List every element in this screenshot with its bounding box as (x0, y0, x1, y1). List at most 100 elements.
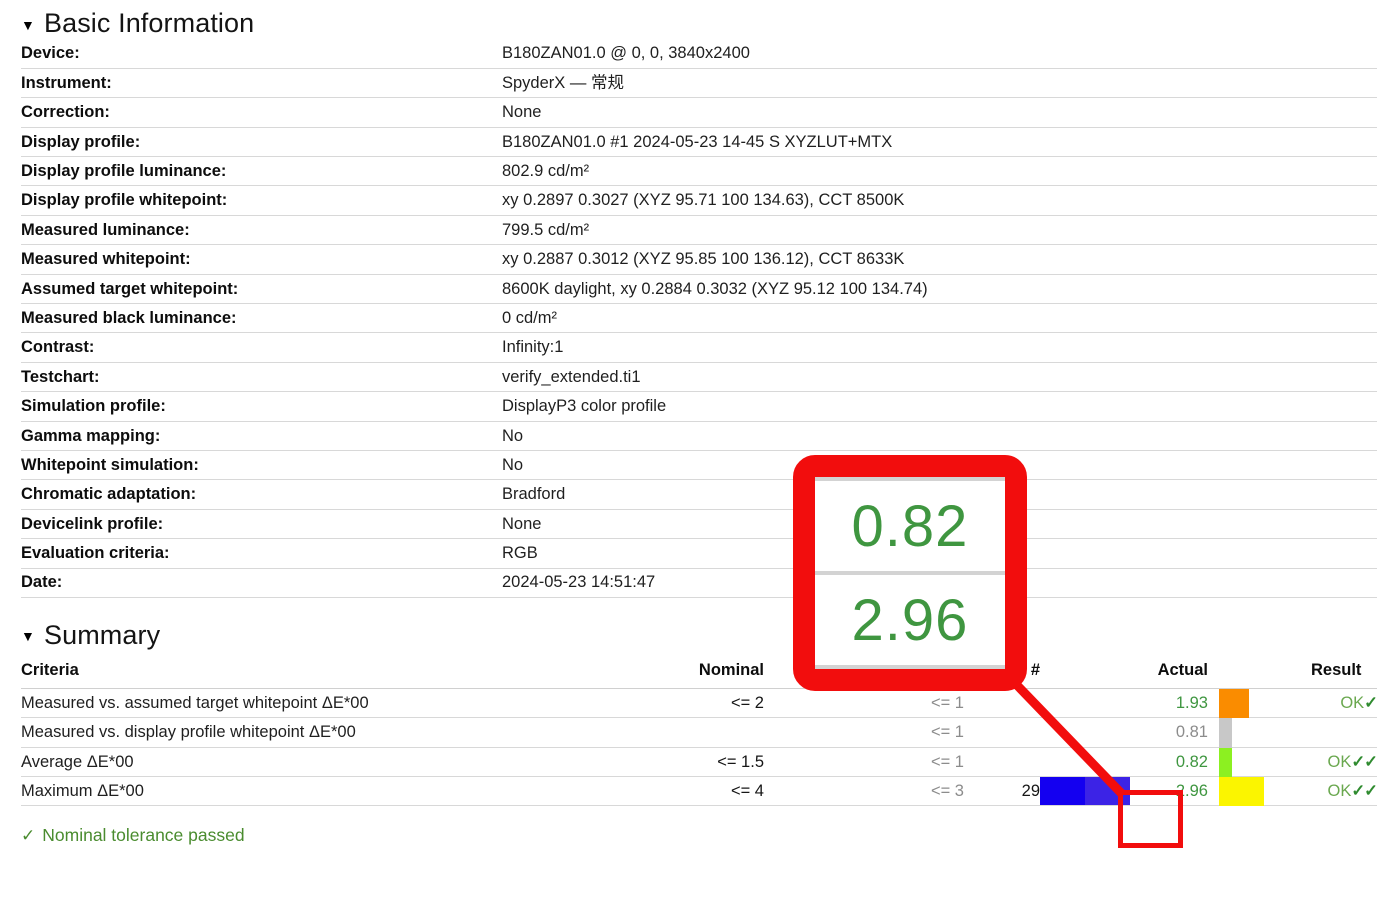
info-label: Date: (21, 568, 502, 598)
info-value: 8600K daylight, xy 0.2884 0.3032 (XYZ 95… (502, 274, 1377, 305)
nominal-value: <= 2 (631, 688, 764, 719)
info-label: Chromatic adaptation: (21, 479, 502, 510)
swatch-cell (1208, 747, 1298, 778)
summary-table: Criteria Nominal Recommended # Actual Re… (21, 660, 1378, 807)
color-swatch (1219, 688, 1249, 719)
criteria-label: Measured vs. display profile whitepoint … (21, 717, 631, 748)
triangle-down-icon[interactable]: ▼ (21, 629, 35, 643)
result-label: OK (1327, 782, 1352, 801)
table-row: Measured whitepoint: xy 0.2887 0.3012 (XY… (21, 244, 1377, 275)
info-value: Infinity:1 (502, 332, 1377, 363)
status-message: ✓ Nominal tolerance passed (21, 825, 1398, 846)
info-label: Display profile whitepoint: (21, 185, 502, 216)
magnified-value-average: 0.82 (851, 493, 969, 559)
nominal-value (631, 717, 764, 748)
magnified-value-maximum: 2.96 (851, 587, 969, 653)
summary-title: Summary (43, 619, 161, 650)
nominal-value: <= 4 (631, 776, 764, 807)
info-label: Whitepoint simulation: (21, 450, 502, 481)
summary-table-head: Criteria Nominal Recommended # Actual Re… (21, 660, 1377, 689)
table-row: Contrast: Infinity:1 (21, 332, 1377, 363)
bar-segment (1040, 777, 1085, 806)
info-label: Display profile: (21, 127, 502, 158)
result-cell: OK✓ (1298, 688, 1378, 719)
table-row: Devicelink profile: None (21, 509, 1377, 540)
basic-information-table: Device: B180ZAN01.0 @ 0, 0, 3840x2400 Ins… (21, 39, 1377, 598)
info-label: Measured black luminance: (21, 303, 502, 334)
info-label: Assumed target whitepoint: (21, 274, 502, 305)
swatch-cell (1208, 717, 1298, 748)
basic-information-header[interactable]: ▼ Basic Information (0, 8, 1398, 39)
column-header-bar-spacer (1040, 660, 1138, 689)
result-cell (1298, 717, 1377, 748)
info-label: Measured whitepoint: (21, 244, 502, 275)
callout-content: 0.82 2.96 (815, 477, 1005, 669)
actual-value: 0.82 (1138, 747, 1208, 778)
column-header-result: Result (1298, 660, 1377, 689)
info-label: Contrast: (21, 332, 502, 363)
table-row: Simulation profile: DisplayP3 color profi… (21, 391, 1377, 422)
info-value: 802.9 cd/m² (502, 156, 1377, 187)
color-swatch (1219, 718, 1232, 748)
column-header-nominal: Nominal (631, 660, 764, 689)
swatch-cell (1208, 776, 1298, 807)
table-row: Date: 2024-05-23 14:51:47 (21, 568, 1377, 598)
actual-values-highlight (1118, 790, 1183, 848)
info-value: xy 0.2887 0.3012 (XYZ 95.85 100 136.12),… (502, 244, 1377, 275)
info-label: Device: (21, 39, 502, 69)
check-mark-icon: ✓ (21, 825, 36, 845)
result-label: OK (1327, 752, 1352, 771)
table-row: Assumed target whitepoint: 8600K daylight… (21, 274, 1377, 305)
table-row: Testchart: verify_extended.ti1 (21, 362, 1377, 393)
bar-cell (1040, 747, 1138, 778)
magnified-callout: 0.82 2.96 (793, 455, 1027, 691)
bar-group (1040, 748, 1138, 776)
table-row: Display profile: B180ZAN01.0 #1 2024-05-2… (21, 127, 1377, 158)
table-row: Chromatic adaptation: Bradford (21, 479, 1377, 510)
basic-information-body: Device: B180ZAN01.0 @ 0, 0, 3840x2400 Ins… (21, 39, 1377, 598)
table-row: Measured vs. display profile whitepoint … (21, 717, 1377, 748)
triangle-down-icon[interactable]: ▼ (21, 18, 35, 32)
recommended-value: <= 1 (764, 747, 964, 778)
table-row: Gamma mapping: No (21, 421, 1377, 451)
info-label: Simulation profile: (21, 391, 502, 422)
count-value: 29 (964, 776, 1040, 807)
actual-value: 1.93 (1138, 688, 1208, 719)
count-value (964, 717, 1040, 748)
info-value: 799.5 cd/m² (502, 215, 1377, 246)
column-header-swatch-spacer (1208, 660, 1298, 689)
recommended-value: <= 3 (764, 776, 964, 807)
info-value: xy 0.2897 0.3027 (XYZ 95.71 100 134.63),… (502, 185, 1377, 216)
column-header-actual: Actual (1138, 660, 1208, 689)
bar-cell (1040, 717, 1138, 748)
summary-header[interactable]: ▼ Summary (0, 620, 1398, 651)
result-label: OK (1340, 693, 1365, 712)
table-row: Display profile whitepoint: xy 0.2897 0.3… (21, 185, 1377, 216)
callout-divider-bottom (815, 665, 1005, 669)
check-mark-icon: ✓ (1364, 693, 1378, 712)
color-swatch (1219, 747, 1232, 778)
status-text: Nominal tolerance passed (42, 825, 245, 846)
info-label: Instrument: (21, 68, 502, 99)
info-label: Correction: (21, 97, 502, 128)
criteria-label: Measured vs. assumed target whitepoint Δ… (21, 688, 631, 719)
actual-value: 0.81 (1138, 717, 1208, 748)
info-value: 0 cd/m² (502, 303, 1377, 334)
info-value: verify_extended.ti1 (502, 362, 1377, 393)
criteria-label: Maximum ΔE*00 (21, 776, 631, 807)
check-mark-icon: ✓✓ (1351, 752, 1378, 771)
table-row: Correction: None (21, 97, 1377, 128)
check-mark-icon: ✓✓ (1351, 782, 1378, 801)
table-row: Measured black luminance: 0 cd/m² (21, 303, 1377, 334)
info-label: Evaluation criteria: (21, 538, 502, 569)
info-value: None (502, 97, 1377, 128)
result-cell: OK✓✓ (1298, 776, 1378, 807)
nominal-value: <= 1.5 (631, 747, 764, 778)
table-row: Instrument: SpyderX — 常规 (21, 68, 1377, 99)
info-value: DisplayP3 color profile (502, 391, 1377, 422)
recommended-value: <= 1 (764, 688, 964, 719)
bar-cell (1040, 688, 1138, 719)
info-value: B180ZAN01.0 #1 2024-05-23 14-45 S XYZLUT… (502, 127, 1377, 158)
table-row: Display profile luminance: 802.9 cd/m² (21, 156, 1377, 187)
swatch-cell (1208, 688, 1298, 719)
